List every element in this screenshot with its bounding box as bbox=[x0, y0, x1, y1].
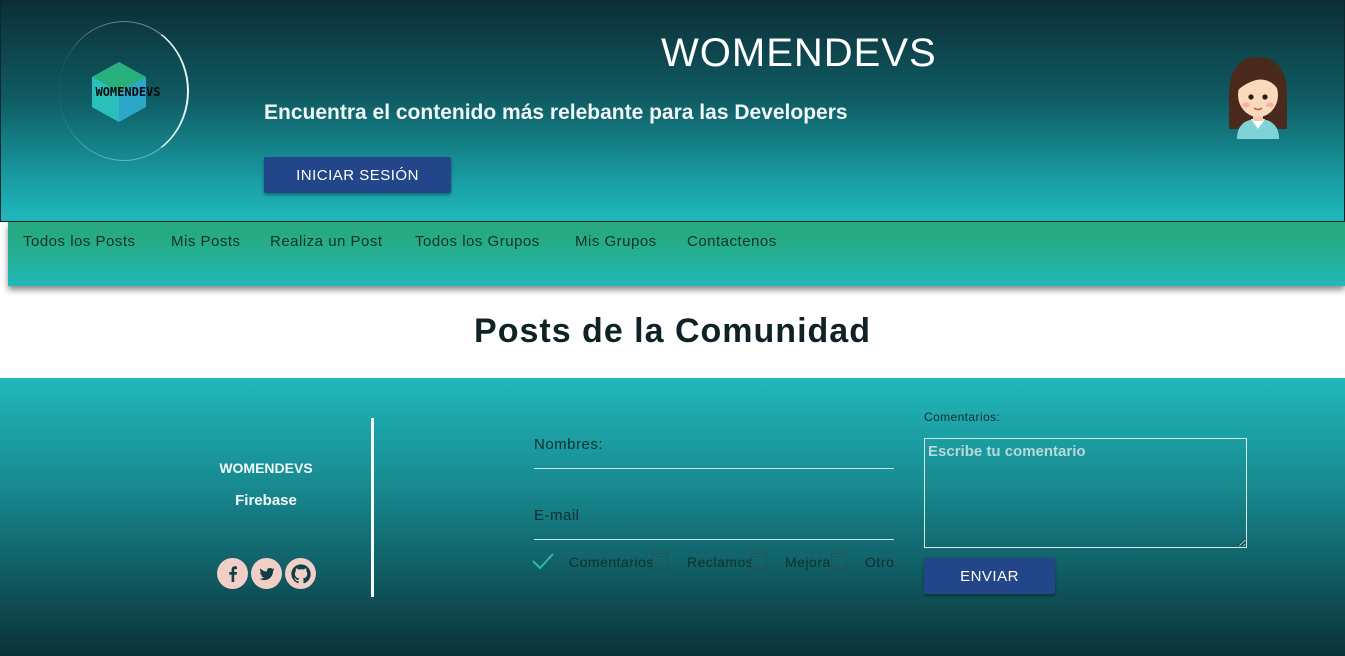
email-field[interactable] bbox=[620, 505, 890, 529]
email-field-label: E-mail bbox=[534, 507, 580, 524]
checkbox-label-comentarios[interactable]: Comentarios bbox=[569, 554, 654, 570]
site-title: WOMENDEVS bbox=[661, 31, 937, 75]
comments-label: Comentarios: bbox=[924, 410, 1001, 424]
site-footer: WOMENDEVS Firebase Nombres: E-mail Comen… bbox=[0, 378, 1345, 656]
nav-item-realiza-un-post[interactable]: Realiza un Post bbox=[270, 233, 383, 250]
checkbox-label-mejora[interactable]: Mejora bbox=[785, 554, 831, 570]
login-button[interactable]: INICIAR SESIÓN bbox=[264, 157, 451, 193]
footer-divider bbox=[371, 418, 374, 597]
avatar[interactable] bbox=[1223, 55, 1293, 139]
logo-text: WOMENDEVS bbox=[95, 85, 161, 99]
name-field-underline bbox=[534, 468, 894, 469]
checkmark-icon[interactable] bbox=[532, 552, 554, 570]
facebook-icon[interactable] bbox=[217, 558, 248, 589]
nav-item-mis-posts[interactable]: Mis Posts bbox=[171, 233, 241, 250]
name-field[interactable] bbox=[620, 434, 890, 458]
nav-item-todos-los-posts[interactable]: Todos los Posts bbox=[23, 233, 136, 250]
comments-textarea[interactable] bbox=[924, 438, 1247, 548]
tagline: Encuentra el contenido más relebante par… bbox=[264, 101, 848, 124]
nav-item-contactenos[interactable]: Contactenos bbox=[687, 233, 777, 250]
email-field-underline bbox=[534, 539, 894, 540]
checkbox-label-otro[interactable]: Otro bbox=[865, 554, 894, 570]
page-title: Posts de la Comunidad bbox=[474, 312, 871, 350]
checkbox-mejora[interactable] bbox=[751, 553, 767, 569]
twitter-icon[interactable] bbox=[251, 558, 282, 589]
send-button[interactable]: ENVIAR bbox=[924, 558, 1055, 594]
checkbox-label-reclamos[interactable]: Reclamos bbox=[687, 554, 753, 570]
checkbox-reclamos[interactable] bbox=[652, 553, 668, 569]
site-logo[interactable]: WOMENDEVS bbox=[59, 21, 191, 163]
github-icon[interactable] bbox=[285, 558, 316, 589]
site-header: WOMENDEVS WOMENDEVS Encuentra el conteni… bbox=[0, 0, 1345, 222]
nav-item-mis-grupos[interactable]: Mis Grupos bbox=[575, 233, 657, 250]
footer-tech: Firebase bbox=[235, 492, 297, 509]
main-nav: Todos los Posts Mis Posts Realiza un Pos… bbox=[8, 222, 1345, 286]
nav-item-todos-los-grupos[interactable]: Todos los Grupos bbox=[415, 233, 540, 250]
footer-brand: WOMENDEVS bbox=[219, 460, 313, 476]
checkbox-otro[interactable] bbox=[831, 553, 847, 569]
name-field-label: Nombres: bbox=[534, 436, 604, 453]
